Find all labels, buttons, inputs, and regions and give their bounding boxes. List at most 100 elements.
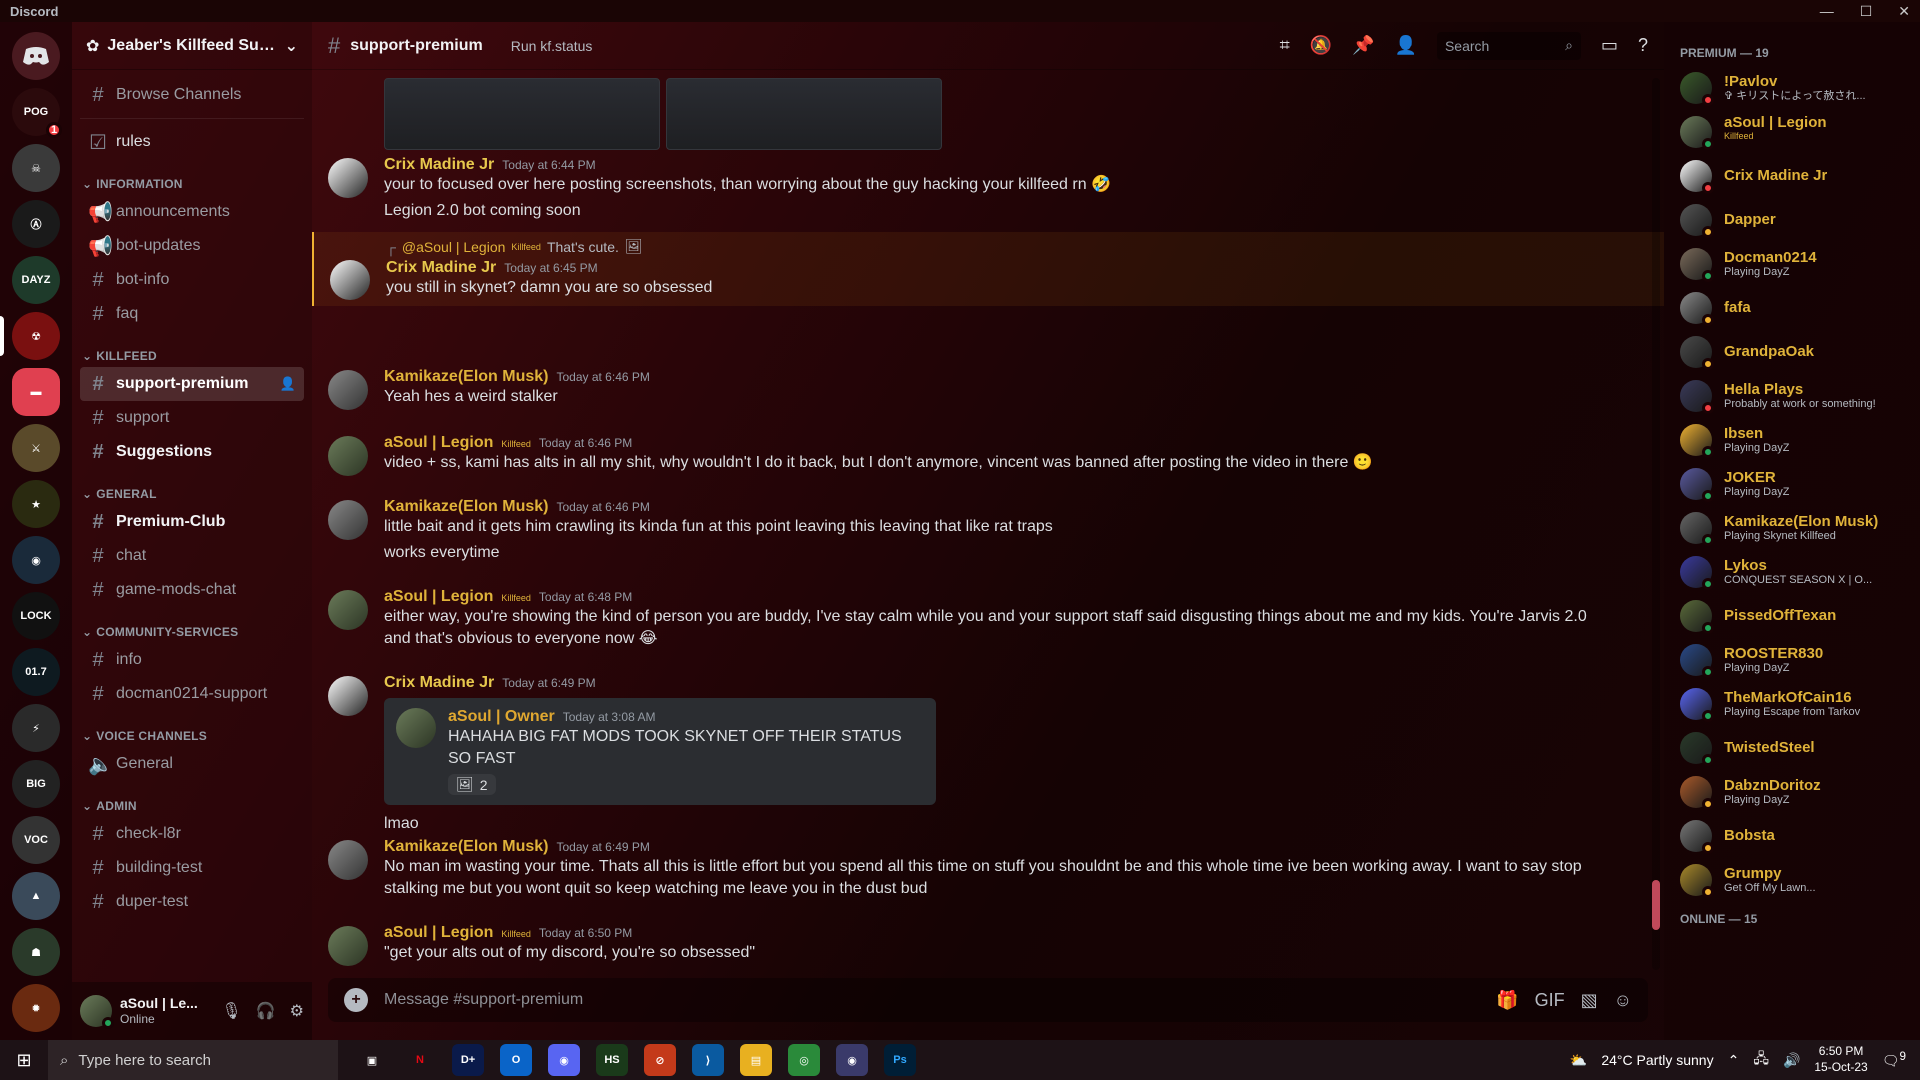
avatar[interactable] [328,436,368,476]
channel-chat[interactable]: # chat [80,539,304,573]
avatar[interactable] [330,260,370,300]
avatar[interactable] [328,590,368,630]
message-author[interactable]: Kamikaze(Elon Musk) [384,838,548,856]
task-view-icon[interactable]: ▣ [356,1044,388,1076]
emoji-icon[interactable]: ☺ [1614,990,1632,1011]
scrollbar-thumb[interactable] [1652,880,1660,930]
netflix-icon[interactable]: N [404,1044,436,1076]
app-icon[interactable]: ⊘ [644,1044,676,1076]
channel-support[interactable]: # support [80,401,304,435]
channel-docman0214-support[interactable]: # docman0214-support [80,677,304,711]
add-member-icon[interactable]: 👤 [280,376,296,392]
discord-icon[interactable]: ◉ [548,1044,580,1076]
avatar[interactable] [328,370,368,410]
chrome-icon[interactable]: ◎ [788,1044,820,1076]
attachment-image[interactable] [666,78,942,150]
member-item[interactable]: Dapper [1672,198,1912,242]
member-item[interactable]: Ibsen Playing DayZ [1672,418,1912,462]
outlook-icon[interactable]: O [500,1044,532,1076]
close-button[interactable]: ✕ [1898,3,1910,20]
server-icon[interactable]: ⚔ [12,424,60,472]
server-icon[interactable]: BIG [12,760,60,808]
server-icon[interactable]: ⚡ [12,704,60,752]
avatar[interactable] [328,500,368,540]
member-item[interactable]: fafa [1672,286,1912,330]
threads-icon[interactable]: ⌗ [1280,35,1290,56]
channel-game-mods-chat[interactable]: # game-mods-chat [80,573,304,607]
channel-announcements[interactable]: 📢 announcements [80,195,304,229]
category-admin[interactable]: ⌄ ADMIN [80,781,304,817]
channel-premium-club[interactable]: # Premium-Club [80,505,304,539]
discord-active-icon[interactable]: ◉ [836,1044,868,1076]
channel-faq[interactable]: # faq [80,297,304,331]
server-icon-active[interactable]: ☢ [0,312,60,360]
member-item[interactable]: Crix Madine Jr [1672,154,1912,198]
volume-icon[interactable]: 🔊 [1783,1052,1800,1069]
photoshop-icon[interactable]: Ps [884,1044,916,1076]
sticker-icon[interactable]: ▧ [1581,990,1598,1011]
server-icon[interactable]: ☠ [12,144,60,192]
avatar[interactable] [80,995,114,1029]
category-community-services[interactable]: ⌄ COMMUNITY-SERVICES [80,607,304,643]
server-icon[interactable]: LOCK [12,592,60,640]
member-item[interactable]: GrandpaOak [1672,330,1912,374]
category-voice-channels[interactable]: ⌄ VOICE CHANNELS [80,711,304,747]
windows-start-icon[interactable]: ⊞ [0,1040,48,1080]
channel-bot-info[interactable]: # bot-info [80,263,304,297]
gear-icon[interactable]: ⚙ [290,1001,304,1021]
chevron-up-icon[interactable]: ⌃ [1728,1052,1740,1069]
message-author[interactable]: Crix Madine Jr [384,156,494,174]
voice-channel-general[interactable]: 🔈 General [80,747,304,781]
notifications-icon[interactable]: 🗨9 [1882,1050,1906,1070]
member-item[interactable]: Lykos CONQUEST SEASON X | O... [1672,550,1912,594]
category-information[interactable]: ⌄ INFORMATION [80,159,304,195]
message-author[interactable]: aSoul | Legion [384,588,493,606]
server-icon[interactable]: ✹ [12,984,60,1032]
message-author[interactable]: Crix Madine Jr [386,259,496,277]
gif-icon[interactable]: GIF [1535,990,1565,1011]
message-author[interactable]: aSoul | Legion [384,924,493,942]
members-icon[interactable]: 👤 [1395,35,1417,56]
add-attachment-icon[interactable]: + [344,988,368,1012]
message-author[interactable]: Kamikaze(Elon Musk) [384,498,548,516]
server-icon[interactable]: ◉ [12,536,60,584]
mute-bell-icon[interactable]: 🔕 [1310,35,1332,56]
channel-bot-updates[interactable]: 📢 bot-updates [80,229,304,263]
avatar[interactable] [328,840,368,880]
channel-info[interactable]: # info [80,643,304,677]
minimize-button[interactable]: — [1820,3,1834,20]
server-icon[interactable]: Ⓐ [12,200,60,248]
microphone-icon[interactable]: 🎙 [221,1001,241,1021]
member-item[interactable]: Hella Plays Probably at work or something… [1672,374,1912,418]
reaction[interactable]: 🖼 2 [448,774,496,795]
pin-icon[interactable]: 📌 [1352,35,1374,56]
category-general[interactable]: ⌄ GENERAL [80,469,304,505]
maximize-button[interactable]: ☐ [1860,3,1873,20]
network-icon[interactable]: 🖧 [1753,1048,1769,1072]
avatar[interactable] [328,926,368,966]
member-item[interactable]: TwistedSteel [1672,726,1912,770]
vscode-icon[interactable]: ⟩ [692,1044,724,1076]
weather-text[interactable]: 24°C Partly sunny [1601,1052,1713,1068]
category-killfeed[interactable]: ⌄ KILLFEED [80,331,304,367]
disney-icon[interactable]: D+ [452,1044,484,1076]
server-icon[interactable]: 01.7 [12,648,60,696]
browse-channels[interactable]: # Browse Channels [80,78,304,112]
member-item[interactable]: Grumpy Get Off My Lawn... [1672,858,1912,902]
server-icon[interactable]: ▲ [12,872,60,920]
member-item[interactable]: Bobsta [1672,814,1912,858]
avatar[interactable] [328,676,368,716]
taskbar-search[interactable]: ⌕ Type here to search [48,1040,338,1080]
member-item[interactable]: aSoul | Legion Killfeed [1672,110,1912,154]
member-item[interactable]: TheMarkOfCain16 Playing Escape from Tarko… [1672,682,1912,726]
help-icon[interactable]: ? [1638,35,1648,56]
member-item[interactable]: PissedOffTexan [1672,594,1912,638]
file-explorer-icon[interactable]: ▤ [740,1044,772,1076]
channel-suggestions[interactable]: # Suggestions [80,435,304,469]
message-input[interactable] [384,991,1481,1009]
app-icon[interactable]: HS [596,1044,628,1076]
member-item[interactable]: JOKER Playing DayZ [1672,462,1912,506]
server-icon[interactable]: ☗ [12,928,60,976]
member-item[interactable]: DabznDoritoz Playing DayZ [1672,770,1912,814]
search-input[interactable]: Search ⌕ [1436,31,1581,60]
